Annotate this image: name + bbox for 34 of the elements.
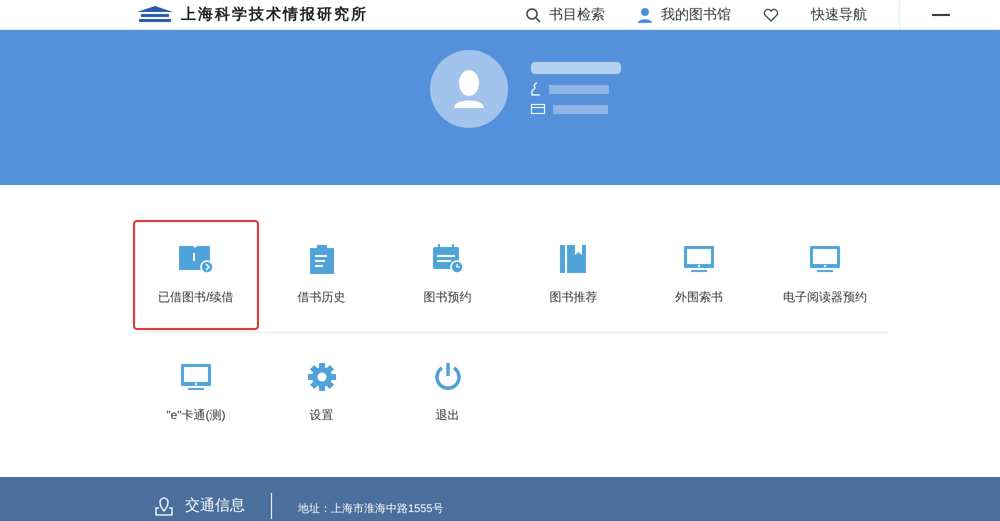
card-icon — [531, 104, 545, 114]
user-outline-icon — [531, 82, 541, 96]
logo-icon — [137, 6, 173, 24]
monitor-icon — [809, 244, 842, 274]
power-icon — [432, 362, 463, 392]
menu-tile[interactable]: "e"卡通(测) — [133, 338, 259, 448]
menu-tile[interactable]: 电子阅读器预约 — [762, 220, 888, 330]
monitor-icon — [180, 362, 212, 392]
address-text: 地址：上海市淮海中路1555号 — [298, 502, 444, 517]
clipboard-icon — [308, 244, 335, 274]
calendar-icon — [432, 244, 464, 274]
book-icon — [178, 244, 214, 274]
blurred-text — [553, 104, 608, 114]
menu-tile[interactable]: 借书历史 — [258, 220, 385, 330]
monitor-icon — [683, 244, 716, 274]
nav-link[interactable]: 书目检索 — [525, 4, 605, 25]
footer-title: 交通信息 — [185, 496, 245, 516]
menu-tile[interactable]: 图书推荐 — [510, 220, 636, 330]
bookmark-book-icon — [559, 244, 588, 274]
gear-icon — [306, 362, 337, 392]
location-pin-icon — [155, 496, 173, 516]
logo-text: 上海科学技术情报研究所 — [181, 4, 368, 26]
menu-tile[interactable]: 已借图书/续借 — [133, 220, 259, 330]
menu-tile[interactable]: 设置 — [258, 338, 385, 448]
blurred-text — [549, 84, 609, 94]
nav-link[interactable]: 快速导航 — [811, 4, 867, 25]
menu-tile[interactable]: 外围索书 — [636, 220, 762, 330]
user-icon — [637, 6, 653, 22]
menu-tile[interactable]: 图书预约 — [384, 220, 510, 330]
avatar-icon — [430, 50, 508, 128]
search-icon — [525, 6, 541, 22]
heart-icon — [763, 8, 779, 22]
nav-link[interactable]: 我的图书馆 — [637, 4, 731, 25]
menu-tile[interactable]: 退出 — [384, 338, 510, 448]
